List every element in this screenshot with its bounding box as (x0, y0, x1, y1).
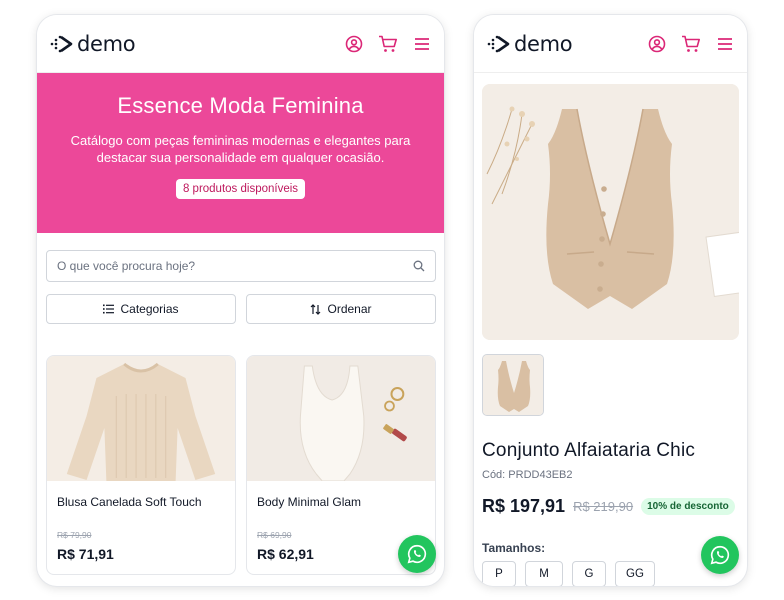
sort-icon (311, 303, 321, 315)
logo-icon (487, 35, 510, 52)
product-old-price: R$ 219,90 (573, 499, 634, 514)
logo-text: demo (514, 31, 573, 56)
product-code: Cód: PRDD43EB2 (482, 469, 573, 481)
search-placeholder: O que você procura hoje? (57, 259, 196, 273)
hero-banner: Essence Moda Feminina Catálogo com peças… (37, 73, 444, 233)
price-row: R$ 197,91 R$ 219,90 10% de desconto (482, 496, 735, 517)
sort-button[interactable]: Ordenar (246, 294, 436, 324)
logo[interactable]: demo (487, 31, 573, 56)
catalog-screen: demo Essence Moda Feminina Catálogo com … (37, 15, 444, 586)
hero-title: Essence Moda Feminina (117, 93, 364, 118)
sort-label: Ordenar (327, 302, 372, 316)
search-icon (413, 260, 425, 272)
product-name: Body Minimal Glam (257, 495, 362, 509)
user-circle-icon[interactable] (647, 34, 667, 54)
cart-icon[interactable] (378, 34, 398, 54)
user-circle-icon[interactable] (344, 34, 364, 54)
logo[interactable]: demo (50, 31, 136, 56)
search-input[interactable]: O que você procura hoje? (46, 250, 436, 282)
product-detail-screen: demo Conjunto Alfaiataria Chic Cód: PRDD… (474, 15, 747, 586)
product-card[interactable]: Blusa Canelada Soft Touch R$ 79,90 R$ 71… (46, 355, 236, 575)
product-title: Conjunto Alfaiataria Chic (482, 440, 696, 461)
categories-label: Categorias (120, 302, 179, 316)
product-count-badge: 8 produtos disponíveis (175, 179, 306, 199)
product-name: Blusa Canelada Soft Touch (57, 495, 202, 509)
product-thumbnail[interactable] (482, 354, 544, 416)
cart-icon[interactable] (681, 34, 701, 54)
app-header: demo (474, 15, 747, 73)
logo-icon (50, 35, 73, 52)
menu-icon[interactable] (715, 34, 735, 54)
size-options: P M G GG (482, 561, 655, 586)
sizes-label: Tamanhos: (482, 541, 546, 555)
categories-button[interactable]: Categorias (46, 294, 236, 324)
size-option-g[interactable]: G (572, 561, 606, 586)
size-option-m[interactable]: M (525, 561, 563, 586)
product-old-price: R$ 79,90 (57, 530, 92, 540)
whatsapp-icon[interactable] (701, 536, 739, 574)
product-main-image[interactable] (482, 84, 739, 340)
product-price: R$ 197,91 (482, 496, 566, 516)
app-header: demo (37, 15, 444, 73)
product-price: R$ 71,91 (57, 546, 114, 562)
product-image-body (247, 356, 435, 481)
logo-text: demo (77, 31, 136, 56)
menu-icon[interactable] (412, 34, 432, 54)
hero-subtitle: Catálogo com peças femininas modernas e … (70, 133, 411, 165)
whatsapp-icon[interactable] (398, 535, 436, 573)
discount-badge: 10% de desconto (641, 498, 735, 515)
list-icon (103, 304, 115, 314)
product-image-sweater (47, 356, 235, 481)
size-option-gg[interactable]: GG (615, 561, 655, 586)
size-option-p[interactable]: P (482, 561, 516, 586)
